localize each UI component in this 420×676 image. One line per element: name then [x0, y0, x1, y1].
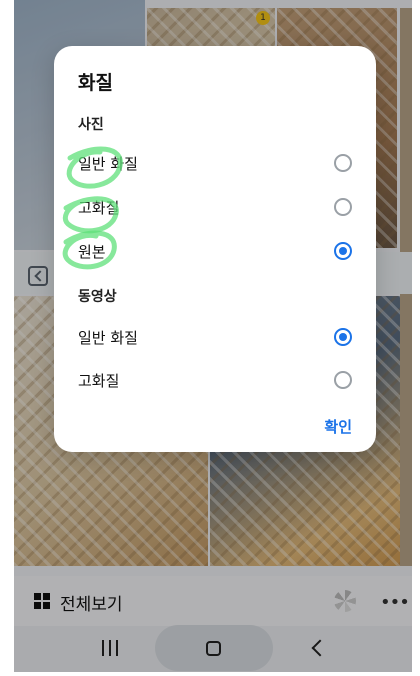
quality-dialog: 화질 사진 일반 화질 고화질 원본 동영상 일반 화질 고화질 확인	[54, 46, 376, 452]
radio-button[interactable]	[334, 371, 352, 389]
section-label-video: 동영상	[78, 289, 117, 305]
radio-button-selected[interactable]	[334, 242, 352, 260]
radio-button[interactable]	[334, 198, 352, 216]
dialog-title: 화질	[78, 72, 113, 94]
option-label: 일반 화질	[78, 155, 138, 173]
radio-button[interactable]	[334, 154, 352, 172]
screen-left-edge	[0, 0, 14, 676]
option-label: 일반 화질	[78, 329, 138, 347]
photo-option-original[interactable]: 원본	[54, 231, 376, 271]
option-label: 고화질	[78, 199, 120, 217]
photo-option-high[interactable]: 고화질	[54, 187, 376, 227]
section-label-photo: 사진	[78, 117, 104, 133]
option-label: 고화질	[78, 372, 120, 390]
option-label: 원본	[78, 243, 106, 261]
radio-button-selected[interactable]	[334, 328, 352, 346]
confirm-button[interactable]: 확인	[324, 416, 352, 437]
video-option-normal[interactable]: 일반 화질	[54, 317, 376, 357]
video-option-high[interactable]: 고화질	[54, 360, 376, 400]
photo-option-normal[interactable]: 일반 화질	[54, 143, 376, 183]
screen-right-edge	[412, 0, 420, 676]
